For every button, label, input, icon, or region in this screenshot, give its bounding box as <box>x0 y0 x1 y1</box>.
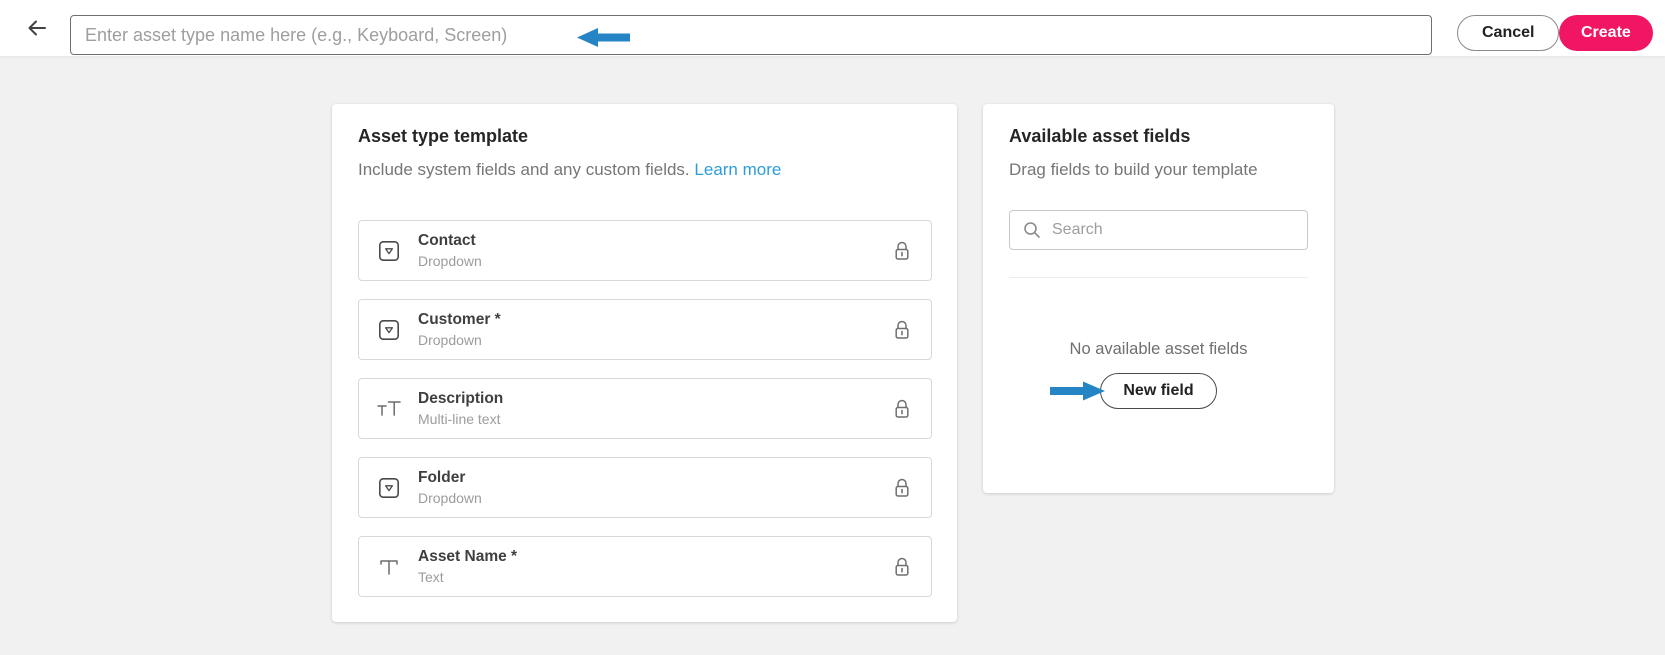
field-type: Multi-line text <box>418 411 501 427</box>
lock-icon <box>893 319 911 341</box>
template-card-subtitle-text: Include system fields and any custom fie… <box>358 160 690 179</box>
template-field-list: Contact Dropdown Customer * Dropdown Des… <box>358 220 932 597</box>
field-name: Contact <box>418 232 476 249</box>
field-name: Folder <box>418 469 466 486</box>
back-button[interactable] <box>22 13 52 43</box>
dropdown-icon <box>376 239 402 263</box>
asset-type-name-input[interactable] <box>70 15 1432 55</box>
learn-more-link[interactable]: Learn more <box>694 160 781 179</box>
available-card-title: Available asset fields <box>1009 126 1191 146</box>
arrow-left-icon <box>24 15 50 41</box>
available-card-divider <box>1009 277 1308 278</box>
top-bar: Cancel Create <box>0 0 1665 56</box>
multiline-text-icon <box>376 397 402 421</box>
field-row-description[interactable]: Description Multi-line text <box>358 378 932 439</box>
new-field-button[interactable]: New field <box>1100 373 1217 409</box>
template-card-title: Asset type template <box>358 126 529 146</box>
create-button[interactable]: Create <box>1559 15 1653 51</box>
new-field-row: New field <box>1009 373 1308 409</box>
lock-icon <box>893 477 911 499</box>
field-name: Description <box>418 390 504 407</box>
lock-icon <box>893 556 911 578</box>
field-name: Customer * <box>418 311 501 328</box>
available-fields-card: Available asset fields Drag fields to bu… <box>983 104 1334 493</box>
dropdown-icon <box>376 318 402 342</box>
dropdown-icon <box>376 476 402 500</box>
field-type: Dropdown <box>418 253 482 269</box>
field-row-asset-name[interactable]: Asset Name * Text <box>358 536 932 597</box>
no-available-fields-message: No available asset fields <box>1069 340 1248 358</box>
annotation-arrow-right-icon <box>1049 378 1105 409</box>
asset-type-template-card: Asset type template Include system field… <box>332 104 957 622</box>
field-row-customer[interactable]: Customer * Dropdown <box>358 299 932 360</box>
text-icon <box>376 555 402 579</box>
template-card-subtitle: Include system fields and any custom fie… <box>358 159 932 180</box>
field-row-folder[interactable]: Folder Dropdown <box>358 457 932 518</box>
lock-icon <box>893 398 911 420</box>
field-search-box <box>1009 210 1308 250</box>
field-row-contact[interactable]: Contact Dropdown <box>358 220 932 281</box>
available-card-subtitle: Drag fields to build your template <box>1009 160 1258 179</box>
field-search-input[interactable] <box>1052 221 1295 239</box>
field-type: Dropdown <box>418 332 482 348</box>
search-icon <box>1022 220 1042 240</box>
lock-icon <box>893 240 911 262</box>
field-type: Dropdown <box>418 490 482 506</box>
field-name: Asset Name * <box>418 548 518 565</box>
asset-type-create-page: Cancel Create Asset type template Includ… <box>0 0 1665 655</box>
field-type: Text <box>418 569 444 585</box>
cancel-button[interactable]: Cancel <box>1457 15 1560 51</box>
